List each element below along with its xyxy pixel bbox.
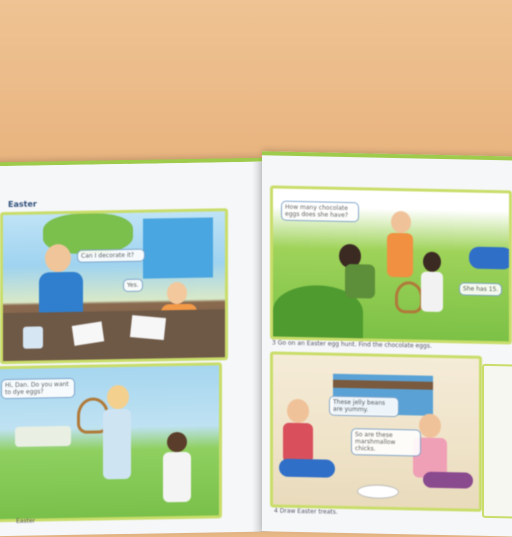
child-head [423,251,441,272]
boy-head [391,210,411,234]
speech-bubble: Yes. [123,278,143,293]
speech-bubble: These jelly beans are yummy. [329,395,399,418]
page-footer: Easter [16,517,36,525]
boy-head [167,431,187,453]
mother-body [39,271,83,315]
speech-bubble: How many chocolate eggs does she have? [281,200,359,223]
boy-legs [279,458,335,478]
child-body [103,408,131,480]
boy-body [387,232,413,278]
speech-bubble: Can I decorate it? [77,248,145,263]
open-book: Easter Can I decorate it? Yes. Hi, Dan. … [0,150,512,537]
speech-bubble: She has 15. [459,282,503,297]
egg-tray [15,425,71,447]
crawling-child [469,246,512,270]
girl-head [419,413,441,438]
boy-body [163,451,191,503]
treat-plate [357,484,399,500]
comic-panel-treats: These jelly beans are yummy. So are thes… [270,351,482,512]
left-page: Easter Can I decorate it? Yes. Hi, Dan. … [0,157,262,537]
comic-panel-egg-hunt: How many chocolate eggs does she have? S… [270,185,512,345]
boy-body [283,422,313,464]
boy-head [287,398,309,424]
girl-body [345,263,375,299]
basket [395,281,423,314]
comic-panel-garden: Hi, Dan. Do you want to dye eggs? [0,362,222,523]
window-glass [143,217,213,279]
child-body [421,271,443,313]
paper-sheet [129,315,167,341]
speech-bubble: Hi, Dan. Do you want to dye eggs? [1,377,75,400]
comic-panel-kitchen: Can I decorate it? Yes. [0,208,228,365]
speech-bubble: So are these marshmallow chicks. [351,428,421,457]
right-page: Te How many chocolate eggs does she have… [262,151,512,537]
child-head [107,384,129,410]
mother-head [45,243,71,273]
child-head [167,281,187,305]
drawing-box [482,363,512,519]
bowl [23,326,43,349]
girl-legs [423,471,473,489]
left-header-tag: Easter [8,199,37,210]
